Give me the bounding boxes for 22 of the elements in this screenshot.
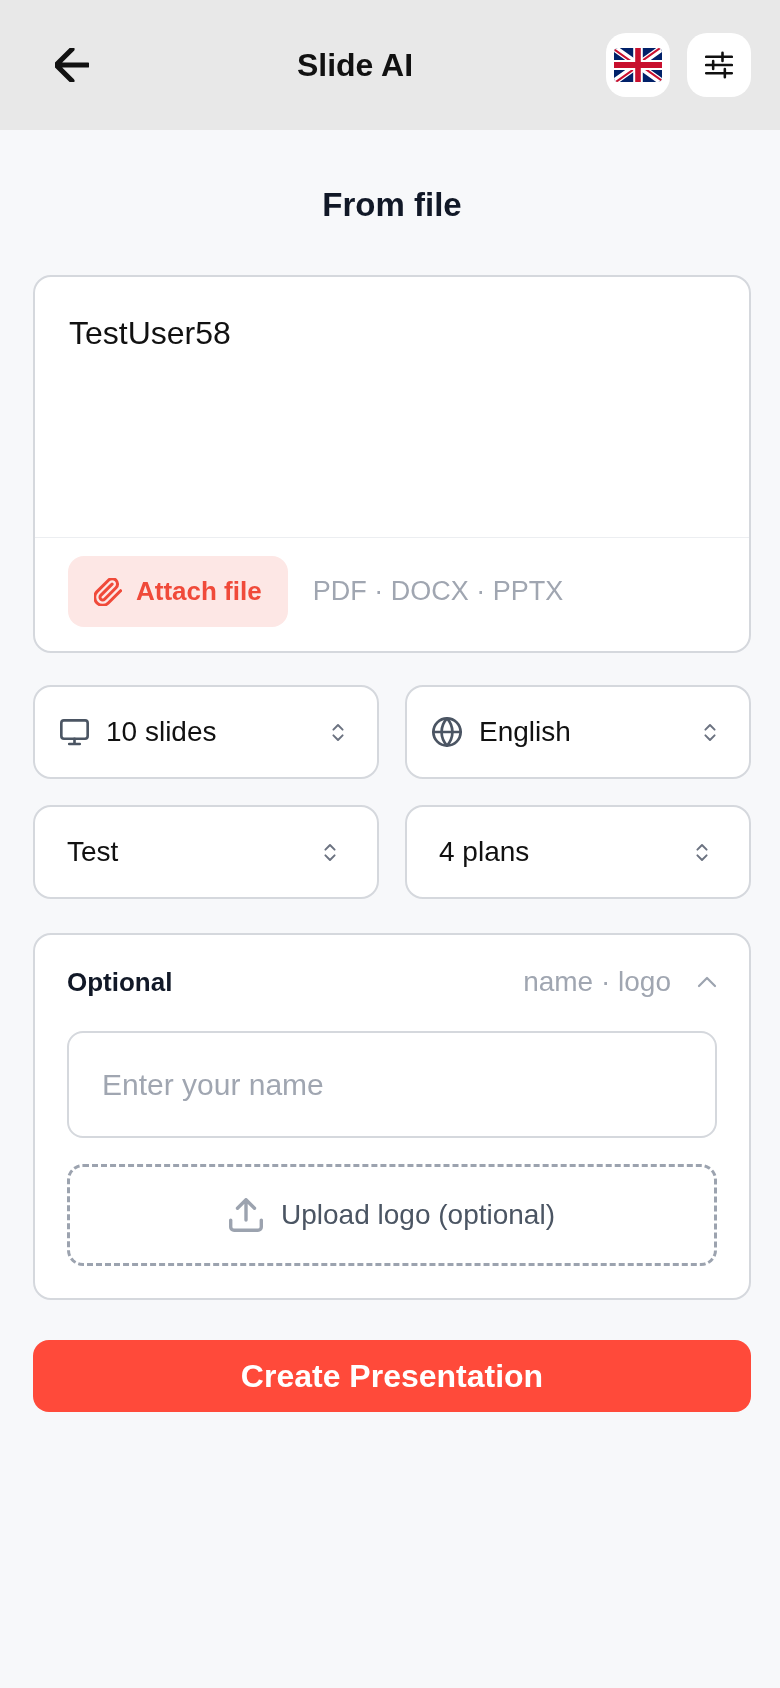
upload-icon	[229, 1198, 263, 1232]
flag-icon	[614, 48, 662, 82]
monitor-icon	[60, 718, 89, 746]
prompt-field[interactable]: TestUser58	[35, 277, 749, 537]
language-button[interactable]	[606, 33, 670, 97]
select-dropdown[interactable]: Test	[33, 805, 379, 899]
settings-button[interactable]	[687, 33, 751, 97]
app-title: Slide AI	[296, 46, 414, 85]
select-dropdown[interactable]: 10 slides	[33, 685, 379, 779]
globe-icon	[432, 717, 462, 747]
section-title: Optional	[67, 966, 173, 998]
name-field[interactable]: Enter your name	[67, 1031, 717, 1138]
select-dropdown[interactable]: English	[405, 685, 751, 779]
prompt-box[interactable]: TestUser58 Attach file PDF · DOCX · PPTX	[33, 275, 751, 653]
file-formats: PDF · DOCX · PPTX	[312, 575, 564, 609]
sliders-icon	[705, 51, 733, 79]
section-summary: name · logo	[523, 966, 671, 998]
select-dropdown[interactable]: 4 plans	[405, 805, 751, 899]
paperclip-icon	[94, 577, 122, 606]
back-arrow-icon[interactable]	[55, 48, 89, 82]
upload-button[interactable]: Upload logo (optional)	[67, 1164, 717, 1266]
page-title: From file	[322, 185, 462, 225]
